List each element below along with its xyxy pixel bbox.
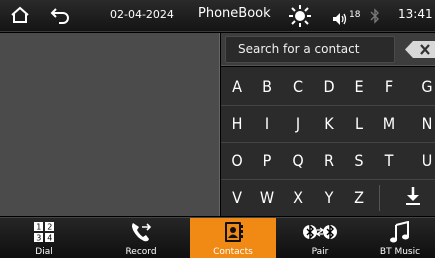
home-icon[interactable] bbox=[10, 6, 30, 28]
dialpad-icon: 1 2 3 4 bbox=[34, 222, 54, 243]
key-w[interactable]: W bbox=[251, 180, 283, 216]
search-input[interactable]: Search for a contact bbox=[225, 36, 395, 63]
nav-bt-music[interactable]: BT Music bbox=[365, 218, 435, 258]
nav-pair-label: Pair bbox=[311, 247, 329, 257]
key-m[interactable]: M bbox=[373, 106, 405, 142]
svg-text:4: 4 bbox=[47, 234, 52, 243]
svg-text:1: 1 bbox=[36, 223, 41, 232]
call-history-icon bbox=[132, 223, 152, 242]
key-n[interactable]: N bbox=[411, 106, 435, 142]
clock-text: 13:41 bbox=[398, 7, 433, 21]
key-b[interactable]: B bbox=[251, 69, 283, 105]
key-t[interactable]: T bbox=[373, 143, 405, 179]
bluetooth-pair-icon bbox=[303, 224, 337, 240]
key-i[interactable]: I bbox=[251, 106, 283, 142]
key-j[interactable]: J bbox=[282, 106, 314, 142]
nav-bt-music-label: BT Music bbox=[379, 247, 421, 257]
key-x[interactable]: X bbox=[282, 180, 314, 216]
bottom-navigation: 1 2 3 4 Dial Record Contacts Pair BT Mus… bbox=[0, 217, 435, 258]
nav-record[interactable]: Record bbox=[96, 218, 186, 258]
key-u[interactable]: U bbox=[411, 143, 435, 179]
key-e[interactable]: E bbox=[343, 69, 375, 105]
key-a[interactable]: A bbox=[221, 69, 253, 105]
svg-text:2: 2 bbox=[47, 223, 52, 232]
key-f[interactable]: F bbox=[373, 69, 405, 105]
nav-dial-label: Dial bbox=[35, 247, 53, 257]
alphabet-keyboard: A B C D E F G H I J K L M N O P Q R S T … bbox=[221, 67, 435, 216]
key-r[interactable]: R bbox=[313, 143, 345, 179]
nav-pair[interactable]: Pair bbox=[280, 218, 360, 258]
backspace-key[interactable] bbox=[405, 41, 435, 58]
key-v[interactable]: V bbox=[221, 180, 253, 216]
key-l[interactable]: L bbox=[343, 106, 375, 142]
nav-contacts-label: Contacts bbox=[213, 247, 253, 257]
key-z[interactable]: Z bbox=[343, 180, 375, 216]
volume-icon[interactable] bbox=[333, 10, 349, 29]
search-row: Search for a contact bbox=[221, 33, 435, 66]
key-h[interactable]: H bbox=[221, 106, 253, 142]
contacts-icon bbox=[225, 222, 243, 242]
back-icon[interactable] bbox=[50, 6, 70, 28]
date-text: 02-04-2024 bbox=[110, 8, 174, 21]
key-p[interactable]: P bbox=[251, 143, 283, 179]
bluetooth-icon bbox=[370, 8, 380, 28]
key-d[interactable]: D bbox=[313, 69, 345, 105]
nav-dial[interactable]: 1 2 3 4 Dial bbox=[0, 218, 88, 258]
key-q[interactable]: Q bbox=[282, 143, 314, 179]
brightness-icon[interactable] bbox=[289, 5, 311, 31]
volume-level: 18 bbox=[349, 10, 361, 20]
key-g[interactable]: G bbox=[411, 69, 435, 105]
key-divider bbox=[379, 185, 380, 211]
page-title: PhoneBook bbox=[198, 6, 271, 21]
hide-keyboard-icon[interactable] bbox=[406, 187, 420, 209]
music-note-icon bbox=[390, 221, 409, 243]
key-s[interactable]: S bbox=[343, 143, 375, 179]
svg-text:3: 3 bbox=[36, 234, 41, 243]
key-k[interactable]: K bbox=[313, 106, 345, 142]
nav-contacts[interactable]: Contacts bbox=[190, 218, 276, 258]
contact-list-area bbox=[0, 33, 220, 216]
nav-record-label: Record bbox=[125, 247, 157, 257]
key-c[interactable]: C bbox=[282, 69, 314, 105]
status-bar: 02-04-2024 PhoneBook 18 13:41 bbox=[0, 0, 435, 32]
key-y[interactable]: Y bbox=[313, 180, 345, 216]
key-o[interactable]: O bbox=[221, 143, 253, 179]
